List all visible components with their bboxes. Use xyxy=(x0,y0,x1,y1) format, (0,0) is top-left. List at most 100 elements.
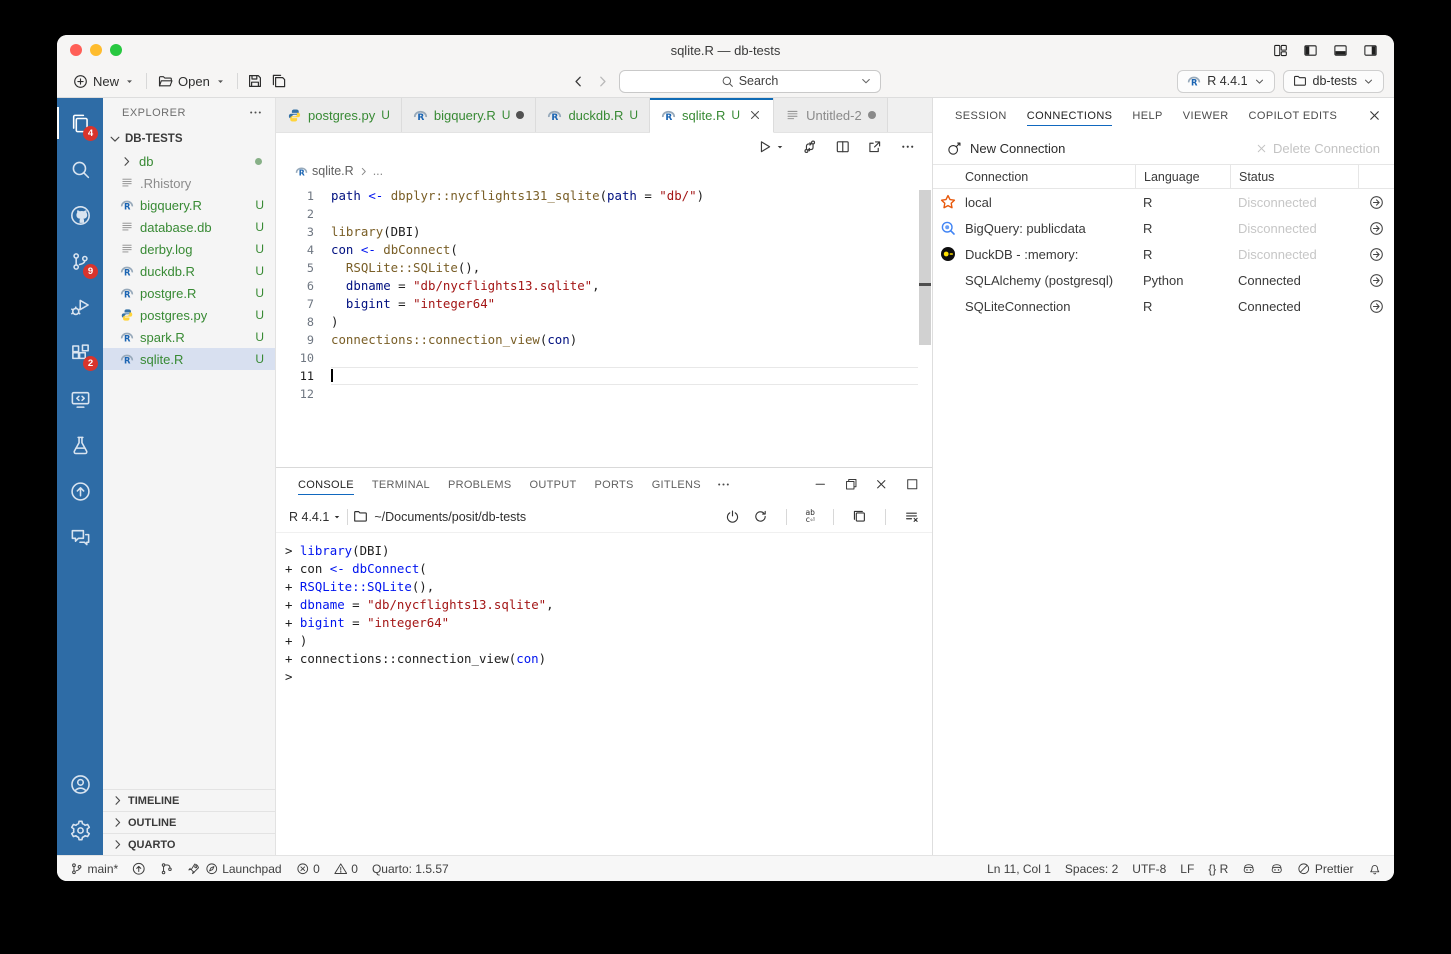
run-file-button[interactable] xyxy=(757,139,786,155)
file-item-postgre-R[interactable]: Rpostgre.RU xyxy=(103,282,275,304)
shutdown-session-icon[interactable] xyxy=(725,509,740,524)
editor-scrollbar[interactable] xyxy=(919,190,931,345)
activity-search[interactable] xyxy=(57,146,103,192)
workspace-root-row[interactable]: DB-TESTS xyxy=(103,127,275,150)
source-script-icon[interactable] xyxy=(802,139,818,155)
close-window-button[interactable] xyxy=(70,44,82,56)
activity-settings[interactable] xyxy=(57,807,103,853)
split-editor-icon[interactable] xyxy=(835,139,851,155)
more-tabs-icon[interactable] xyxy=(716,477,731,492)
open-in-window-icon[interactable] xyxy=(867,139,883,155)
toggle-panel-icon[interactable] xyxy=(1333,43,1348,58)
close-pane-icon[interactable] xyxy=(1367,108,1382,123)
panel-tab-console[interactable]: CONSOLE xyxy=(289,468,363,501)
file-item-spark-R[interactable]: Rspark.RU xyxy=(103,326,275,348)
code-area[interactable]: 1path <- dbplyr::nycflights131_sqlite(pa… xyxy=(276,182,932,467)
status-encoding[interactable]: UTF-8 xyxy=(1132,862,1166,876)
pane-tab-help[interactable]: HELP xyxy=(1122,98,1172,133)
customize-layout-icon[interactable] xyxy=(1273,43,1288,58)
code-line-12[interactable]: 12 xyxy=(276,385,932,403)
tab-postgres-py[interactable]: postgres.pyU xyxy=(276,98,402,132)
console-output[interactable]: > library(DBI)+ con <- dbConnect(+ RSQLi… xyxy=(276,533,932,855)
status-quarto-version[interactable]: Quarto: 1.5.57 xyxy=(372,862,449,876)
connection-row[interactable]: SQLiteConnectionRConnected xyxy=(933,293,1394,319)
status-notifications[interactable] xyxy=(1368,862,1382,876)
status-errors[interactable]: 0 xyxy=(296,862,320,876)
status-language-mode[interactable]: {} R xyxy=(1208,862,1228,876)
status-cursor-position[interactable]: Ln 11, Col 1 xyxy=(987,862,1051,876)
status-warnings[interactable]: 0 xyxy=(334,862,358,876)
new-button[interactable]: New xyxy=(67,74,141,89)
pane-tab-session[interactable]: SESSION xyxy=(945,98,1017,133)
activity-comments[interactable] xyxy=(57,514,103,560)
file-item-database-db[interactable]: database.dbU xyxy=(103,216,275,238)
panel-tab-problems[interactable]: PROBLEMS xyxy=(439,468,521,501)
close-tab-icon[interactable] xyxy=(748,108,762,122)
sidebar-section-outline[interactable]: OUTLINE xyxy=(103,811,275,833)
restart-session-icon[interactable] xyxy=(753,509,768,524)
file-item-duckdb-R[interactable]: Rduckdb.RU xyxy=(103,260,275,282)
activity-github[interactable] xyxy=(57,192,103,238)
code-line-7[interactable]: 7 bigint = "integer64" xyxy=(276,295,932,313)
sidebar-section-timeline[interactable]: TIMELINE xyxy=(103,789,275,811)
delete-connection-button[interactable]: Delete Connection xyxy=(1255,141,1380,156)
breadcrumb[interactable]: R sqlite.R ... xyxy=(276,160,932,182)
interpreter-selector[interactable]: R R 4.4.1 xyxy=(1177,70,1274,93)
activity-source-control[interactable]: 9 xyxy=(57,238,103,284)
save-button[interactable] xyxy=(243,73,267,89)
status-eol[interactable]: LF xyxy=(1180,862,1194,876)
open-button[interactable]: Open xyxy=(152,74,232,89)
code-line-1[interactable]: 1path <- dbplyr::nycflights131_sqlite(pa… xyxy=(276,187,932,205)
tab-duckdb-r[interactable]: Rduckdb.RU xyxy=(536,98,650,132)
status-copilot[interactable] xyxy=(1242,862,1256,876)
zoom-window-button[interactable] xyxy=(110,44,122,56)
open-in-editor-icon[interactable] xyxy=(852,509,867,524)
status-publish-changes[interactable] xyxy=(132,862,146,876)
maximize-panel-icon[interactable] xyxy=(905,477,920,492)
tab-bigquery-r[interactable]: Rbigquery.RU xyxy=(402,98,537,132)
word-wrap-icon[interactable]: abc⏎ xyxy=(805,509,815,525)
activity-account[interactable] xyxy=(57,761,103,807)
code-line-4[interactable]: 4con <- dbConnect( xyxy=(276,241,932,259)
activity-explorer[interactable]: 4 xyxy=(57,100,103,146)
panel-tab-gitlens[interactable]: GITLENS xyxy=(643,468,710,501)
connection-row[interactable]: SQLAlchemy (postgresql)PythonConnected xyxy=(933,267,1394,293)
status-copilot-chat[interactable] xyxy=(1270,862,1284,876)
pane-tab-viewer[interactable]: VIEWER xyxy=(1173,98,1239,133)
language-column-header[interactable]: Language xyxy=(1135,165,1230,188)
pane-tab-copilot-edits[interactable]: COPILOT EDITS xyxy=(1239,98,1348,133)
status-indentation[interactable]: Spaces: 2 xyxy=(1065,862,1118,876)
code-line-8[interactable]: 8) xyxy=(276,313,932,331)
minimize-window-button[interactable] xyxy=(90,44,102,56)
file-item-postgres-py[interactable]: postgres.pyU xyxy=(103,304,275,326)
save-all-button[interactable] xyxy=(267,73,291,89)
code-line-10[interactable]: 10 xyxy=(276,349,932,367)
activity-testing[interactable] xyxy=(57,422,103,468)
activity-remote-explorer[interactable] xyxy=(57,376,103,422)
file-item-db[interactable]: db xyxy=(103,150,275,172)
toggle-sidebar-icon[interactable] xyxy=(1303,43,1318,58)
panel-tab-ports[interactable]: PORTS xyxy=(586,468,643,501)
tab-sqlite-r[interactable]: Rsqlite.RU xyxy=(650,98,774,133)
code-line-3[interactable]: 3library(DBI) xyxy=(276,223,932,241)
more-actions-icon[interactable] xyxy=(248,105,263,120)
file-item-sqlite-R[interactable]: Rsqlite.RU xyxy=(103,348,275,370)
new-connection-button[interactable]: New Connection xyxy=(947,141,1065,156)
activity-run-and-debug[interactable] xyxy=(57,284,103,330)
status-git-branch[interactable]: main* xyxy=(70,862,118,876)
file-item-bigquery-R[interactable]: Rbigquery.RU xyxy=(103,194,275,216)
connection-row[interactable]: localRDisconnected xyxy=(933,189,1394,215)
status-launchpad[interactable]: Launchpad xyxy=(187,862,281,876)
panel-tab-terminal[interactable]: TERMINAL xyxy=(363,468,439,501)
console-session-selector[interactable]: R 4.4.1 xyxy=(289,510,342,524)
connection-column-header[interactable]: Connection xyxy=(963,170,1135,184)
minimize-panel-icon[interactable] xyxy=(813,477,828,492)
connection-row[interactable]: DuckDB - :memory:RDisconnected xyxy=(933,241,1394,267)
activity-publish[interactable] xyxy=(57,468,103,514)
more-actions-icon[interactable] xyxy=(900,139,916,155)
forward-button[interactable] xyxy=(595,74,610,89)
connection-row[interactable]: BigQuery: publicdataRDisconnected xyxy=(933,215,1394,241)
file-item-Rhistory[interactable]: .Rhistory xyxy=(103,172,275,194)
toggle-secondary-sidebar-icon[interactable] xyxy=(1363,43,1378,58)
pane-tab-connections[interactable]: CONNECTIONS xyxy=(1017,98,1123,133)
